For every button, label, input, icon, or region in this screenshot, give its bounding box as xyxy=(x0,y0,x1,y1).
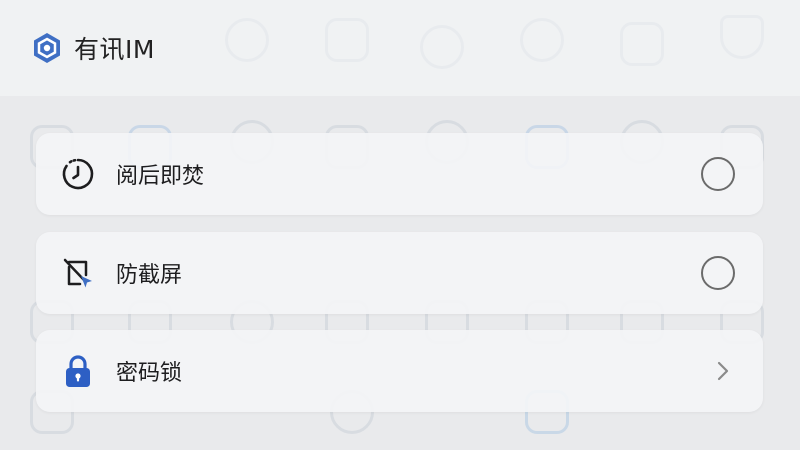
password-lock-open[interactable] xyxy=(711,359,735,383)
radio-unchecked-icon[interactable] xyxy=(701,256,735,290)
password-lock-row[interactable]: 密码锁 xyxy=(36,330,763,412)
hexagon-shield-logo-icon xyxy=(34,33,60,63)
lock-icon xyxy=(58,351,98,391)
app-title: 有讯IM xyxy=(74,35,155,64)
timer-burn-icon xyxy=(58,154,98,194)
burn-after-reading-label: 阅后即焚 xyxy=(116,164,205,189)
burn-after-reading-row[interactable]: 阅后即焚 xyxy=(36,133,763,215)
anti-screenshot-label: 防截屏 xyxy=(116,263,183,288)
burn-after-reading-toggle[interactable] xyxy=(701,157,735,191)
chevron-right-icon[interactable] xyxy=(711,359,735,383)
app-header: 有讯IM xyxy=(30,30,155,66)
anti-screenshot-toggle[interactable] xyxy=(701,256,735,290)
password-lock-label: 密码锁 xyxy=(116,361,183,386)
screenshot-block-icon xyxy=(58,253,98,293)
anti-screenshot-row[interactable]: 防截屏 xyxy=(36,232,763,314)
radio-unchecked-icon[interactable] xyxy=(701,157,735,191)
